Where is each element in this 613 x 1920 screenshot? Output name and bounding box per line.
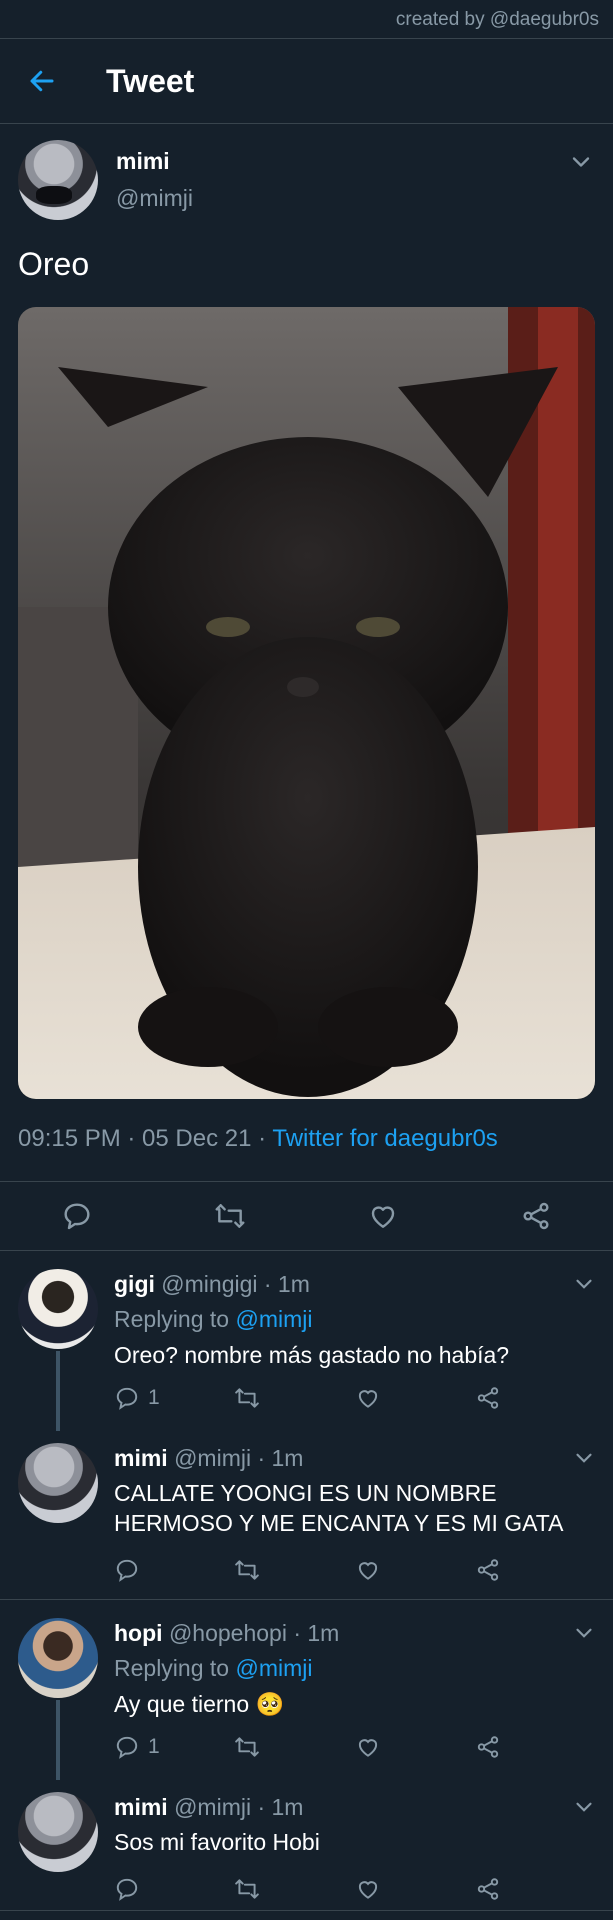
- comment-icon: [116, 1736, 138, 1759]
- like-button[interactable]: [355, 1385, 475, 1411]
- retweet-button[interactable]: [206, 1192, 254, 1240]
- comment-icon: [64, 1203, 90, 1230]
- reply-text: CALLATE YOONGI ES UN NOMBRE HERMOSO Y ME…: [114, 1480, 564, 1536]
- reply-action-bar: [114, 1861, 595, 1917]
- reply-text: Oreo? nombre más gastado no había?: [114, 1342, 510, 1368]
- retweet-button[interactable]: [234, 1876, 354, 1902]
- retweet-button[interactable]: [234, 1734, 354, 1760]
- like-button[interactable]: [359, 1192, 407, 1240]
- share-button[interactable]: [475, 1385, 595, 1411]
- main-tweet: mimi @mimji Oreo 09:15 PM · 05 Dec 21 · …: [0, 140, 613, 1161]
- tweet-meta: 09:15 PM · 05 Dec 21 · Twitter for daegu…: [18, 1125, 595, 1161]
- share-icon: [477, 1736, 498, 1758]
- kitten-photo-illustration: [18, 307, 595, 1099]
- reply-author-name[interactable]: mimi: [114, 1445, 168, 1471]
- watermark-credit: created by @daegubr0s: [0, 0, 613, 39]
- reply-action-bar: 1: [114, 1370, 595, 1426]
- reply-text: Sos mi favorito Hobi: [114, 1829, 320, 1855]
- page-title: Tweet: [106, 62, 195, 99]
- reply-tweet[interactable]: mimi @mimji · 1m CALLATE YOONGI ES UN NO…: [0, 1425, 613, 1600]
- reply-tweet[interactable]: hopi @hopehopi · 1m Replying to @mimji A…: [0, 1600, 613, 1780]
- heart-icon: [358, 1562, 377, 1580]
- share-button[interactable]: [475, 1734, 595, 1760]
- author-avatar[interactable]: [18, 140, 98, 220]
- reply-action-bar: 1: [114, 1719, 595, 1775]
- thread-line: [56, 1351, 60, 1431]
- reply-action-bar: [114, 1542, 595, 1598]
- reply-author-handle: @mimji · 1m: [174, 1794, 304, 1820]
- retweet-button[interactable]: [234, 1557, 354, 1583]
- retweet-icon: [235, 1388, 260, 1408]
- reply-button[interactable]: 1: [114, 1734, 234, 1760]
- avatar[interactable]: [18, 1618, 98, 1698]
- chevron-down-icon[interactable]: [571, 1620, 597, 1646]
- author-name[interactable]: mimi: [116, 148, 193, 175]
- reply-text: Ay que tierno 🥺: [114, 1691, 285, 1717]
- retweet-icon: [235, 1737, 260, 1757]
- tweet-action-bar: [0, 1181, 613, 1251]
- reply-author-handle: @mingigi · 1m: [161, 1271, 310, 1297]
- tweet-timestamp: 09:15 PM · 05 Dec 21 ·: [18, 1125, 273, 1152]
- reply-button[interactable]: [53, 1192, 101, 1240]
- retweet-icon: [235, 1879, 260, 1899]
- reply-button[interactable]: 1: [114, 1385, 234, 1411]
- reply-tweet[interactable]: gigi @mingigi · 1m Replying to @mimji Or…: [0, 1251, 613, 1431]
- replying-to: Replying to @mimji: [114, 1306, 313, 1332]
- share-icon: [477, 1878, 498, 1900]
- reply-author-handle: @hopehopi · 1m: [168, 1620, 340, 1646]
- reply-button[interactable]: [114, 1557, 234, 1583]
- share-icon: [477, 1387, 498, 1409]
- chevron-down-icon[interactable]: [571, 1271, 597, 1297]
- heart-icon: [358, 1739, 377, 1757]
- avatar[interactable]: [18, 1443, 98, 1523]
- share-button[interactable]: [475, 1557, 595, 1583]
- retweet-button[interactable]: [234, 1385, 354, 1411]
- share-icon: [477, 1559, 498, 1581]
- avatar[interactable]: [18, 1269, 98, 1349]
- arrow-left-icon: [30, 70, 54, 92]
- like-button[interactable]: [355, 1557, 475, 1583]
- reply-tweet[interactable]: mimi @mimji · 1m Sos mi favorito Hobi: [0, 1774, 613, 1911]
- chevron-down-icon[interactable]: [567, 148, 595, 176]
- like-button[interactable]: [355, 1734, 475, 1760]
- reply-count: 1: [148, 1735, 160, 1758]
- comment-icon: [116, 1559, 138, 1582]
- reply-author-name[interactable]: gigi: [114, 1271, 155, 1297]
- reply-count: 1: [148, 1386, 160, 1409]
- comment-icon: [116, 1878, 138, 1901]
- comment-icon: [116, 1387, 138, 1410]
- chevron-down-icon[interactable]: [571, 1794, 597, 1820]
- heart-icon: [371, 1206, 395, 1228]
- like-button[interactable]: [355, 1876, 475, 1902]
- replying-to: Replying to @mimji: [114, 1655, 313, 1681]
- retweet-icon: [215, 1204, 245, 1228]
- back-button[interactable]: [12, 51, 72, 111]
- thread-line: [56, 1700, 60, 1780]
- reply-button[interactable]: [114, 1876, 234, 1902]
- heart-icon: [358, 1881, 377, 1899]
- reply-author-name[interactable]: hopi: [114, 1620, 163, 1646]
- mention-link[interactable]: @mimji: [235, 1306, 312, 1332]
- tweet-text: Oreo: [18, 246, 90, 282]
- author-handle[interactable]: @mimji: [116, 185, 193, 212]
- top-bar: Tweet: [0, 39, 613, 124]
- share-icon: [523, 1202, 549, 1230]
- reply-author-handle: @mimji · 1m: [174, 1445, 304, 1471]
- share-button[interactable]: [475, 1876, 595, 1902]
- tweet-photo[interactable]: [18, 307, 595, 1099]
- retweet-icon: [235, 1560, 260, 1580]
- mention-link[interactable]: @mimji: [235, 1655, 312, 1681]
- tweet-source-link[interactable]: Twitter for daegubr0s: [272, 1125, 497, 1152]
- share-button[interactable]: [512, 1192, 560, 1240]
- avatar[interactable]: [18, 1792, 98, 1872]
- chevron-down-icon[interactable]: [571, 1445, 597, 1471]
- heart-icon: [358, 1390, 377, 1408]
- reply-author-name[interactable]: mimi: [114, 1794, 168, 1820]
